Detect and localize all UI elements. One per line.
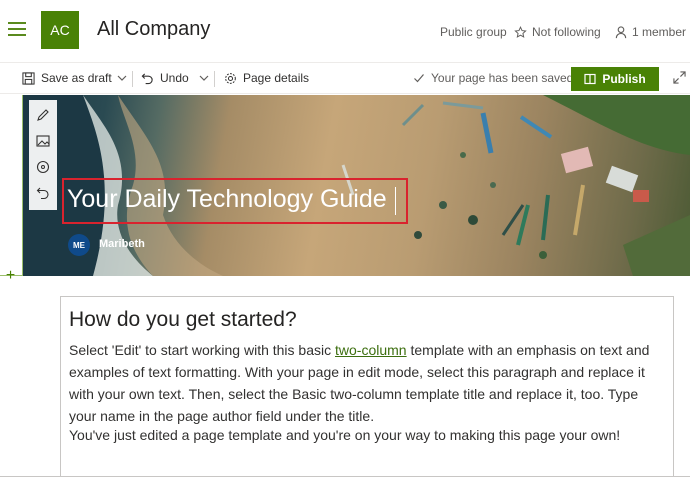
save-chevron-down-icon[interactable] [116, 71, 128, 85]
member-count: 1 member [632, 25, 687, 39]
site-header: AC All Company Public group Not followin… [0, 0, 690, 62]
publish-label: Publish [602, 72, 646, 86]
follow-label: Not following [532, 25, 601, 39]
author-avatar[interactable]: ME [68, 234, 90, 256]
members-button[interactable]: 1 member [615, 25, 686, 39]
save-draft-label: Save as draft [41, 71, 112, 85]
image-icon[interactable] [34, 132, 52, 150]
hero-toolbar [29, 100, 57, 210]
save-draft-button[interactable]: Save as draft [22, 63, 112, 93]
undo-chevron-down-icon[interactable] [198, 71, 210, 85]
focal-point-icon[interactable] [34, 158, 52, 176]
paragraph-text: Select 'Edit' to start working with this… [69, 342, 336, 358]
hamburger-menu-icon[interactable] [8, 22, 26, 36]
follow-button[interactable]: Not following [514, 25, 601, 39]
save-status: Your page has been saved [413, 63, 573, 93]
save-icon [22, 71, 35, 85]
expand-icon[interactable] [673, 71, 686, 84]
gear-icon [225, 72, 236, 84]
reset-icon[interactable] [34, 184, 52, 202]
page-title-input[interactable]: Your Daily Technology Guide [67, 185, 387, 214]
undo-button[interactable]: Undo [141, 63, 189, 93]
page-details-label: Page details [243, 71, 310, 85]
section-heading[interactable]: How do you get started? [69, 308, 297, 332]
undo-label: Undo [160, 71, 189, 85]
group-type: Public group [440, 25, 507, 39]
undo-icon [141, 72, 153, 84]
book-icon [584, 73, 596, 85]
save-status-text: Your page has been saved [431, 71, 574, 85]
checkmark-icon [414, 74, 424, 83]
divider [214, 71, 215, 87]
edit-pencil-icon[interactable] [34, 106, 52, 124]
author-name[interactable]: Maribeth [99, 238, 145, 250]
star-icon [514, 25, 527, 38]
site-title[interactable]: All Company [97, 18, 210, 41]
text-cursor [395, 187, 396, 215]
site-logo[interactable]: AC [41, 11, 79, 49]
command-bar: Save as draft Undo Page details Your pag… [0, 62, 690, 94]
paragraph-closing[interactable]: You've just edited a page template and y… [69, 424, 667, 446]
group-type-label: Public group [440, 25, 507, 39]
page-details-button[interactable]: Page details [224, 63, 309, 93]
add-section-icon[interactable]: + [2, 267, 19, 284]
two-column-link[interactable]: two-column [335, 342, 407, 358]
section-rail [0, 95, 23, 477]
person-icon [615, 25, 627, 38]
divider [132, 71, 133, 87]
publish-button[interactable]: Publish [571, 67, 659, 91]
paragraph-intro[interactable]: Select 'Edit' to start working with this… [69, 339, 667, 427]
